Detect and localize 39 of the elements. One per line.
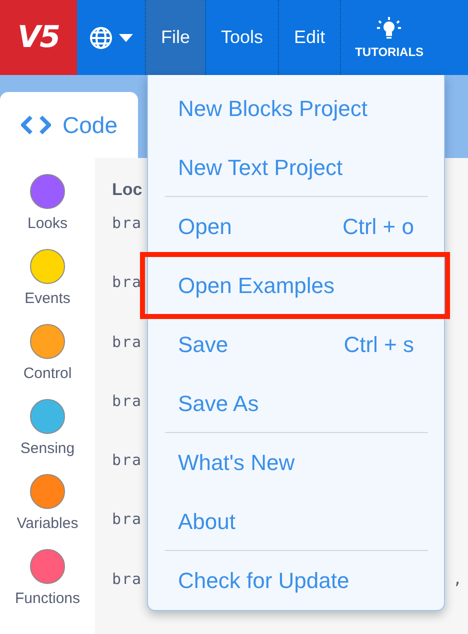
lightbulb-icon[interactable]	[376, 16, 402, 40]
category-dot[interactable]	[30, 549, 65, 584]
category-label[interactable]: Variables	[16, 515, 78, 532]
section-heading: Loc	[112, 180, 144, 200]
menu-item[interactable]: Check for Update	[148, 551, 444, 610]
category-label[interactable]: Events	[24, 290, 70, 307]
category-dot[interactable]	[30, 174, 65, 209]
shortcut-label: Ctrl + s	[344, 332, 414, 358]
category-dot[interactable]	[30, 324, 65, 359]
menu-item[interactable]: New Blocks Project	[148, 79, 444, 138]
menu-item[interactable]: What's New	[148, 433, 444, 492]
code-tab[interactable]: Code	[0, 92, 138, 158]
category-label[interactable]: Functions	[14, 590, 80, 607]
code-line: bra	[112, 332, 142, 353]
category-label[interactable]: Looks	[27, 215, 68, 232]
code-line: ,	[452, 570, 462, 590]
menu-tab[interactable]: File	[145, 0, 206, 75]
code-line: bra	[112, 451, 142, 472]
menu-item[interactable]: Save As	[148, 374, 444, 433]
code-line: bra	[112, 392, 142, 412]
category-dot[interactable]	[30, 474, 65, 509]
code-line: bra	[112, 214, 142, 234]
code-line: bra	[112, 273, 142, 294]
category-dot[interactable]	[30, 249, 65, 284]
category-label[interactable]: Sensing	[20, 440, 75, 457]
code-line: bra	[112, 570, 142, 590]
menu-item[interactable]: About	[148, 492, 444, 551]
tutorials-label[interactable]: TUTORIALS	[355, 45, 424, 59]
category-label[interactable]: Control	[23, 365, 72, 382]
logo[interactable]: V5	[0, 0, 77, 75]
category-dot[interactable]	[30, 399, 65, 434]
menu-item[interactable]: Open Ctrl + o	[148, 197, 444, 256]
menu-item[interactable]: New Text Project	[148, 138, 444, 197]
code-line: bra	[112, 510, 142, 530]
menu-item[interactable]: Save Ctrl + s	[148, 315, 444, 374]
caret-icon[interactable]	[119, 34, 133, 42]
code-icon	[20, 115, 50, 135]
globe-icon[interactable]	[89, 26, 113, 50]
shortcut-label: Ctrl + o	[342, 214, 414, 240]
